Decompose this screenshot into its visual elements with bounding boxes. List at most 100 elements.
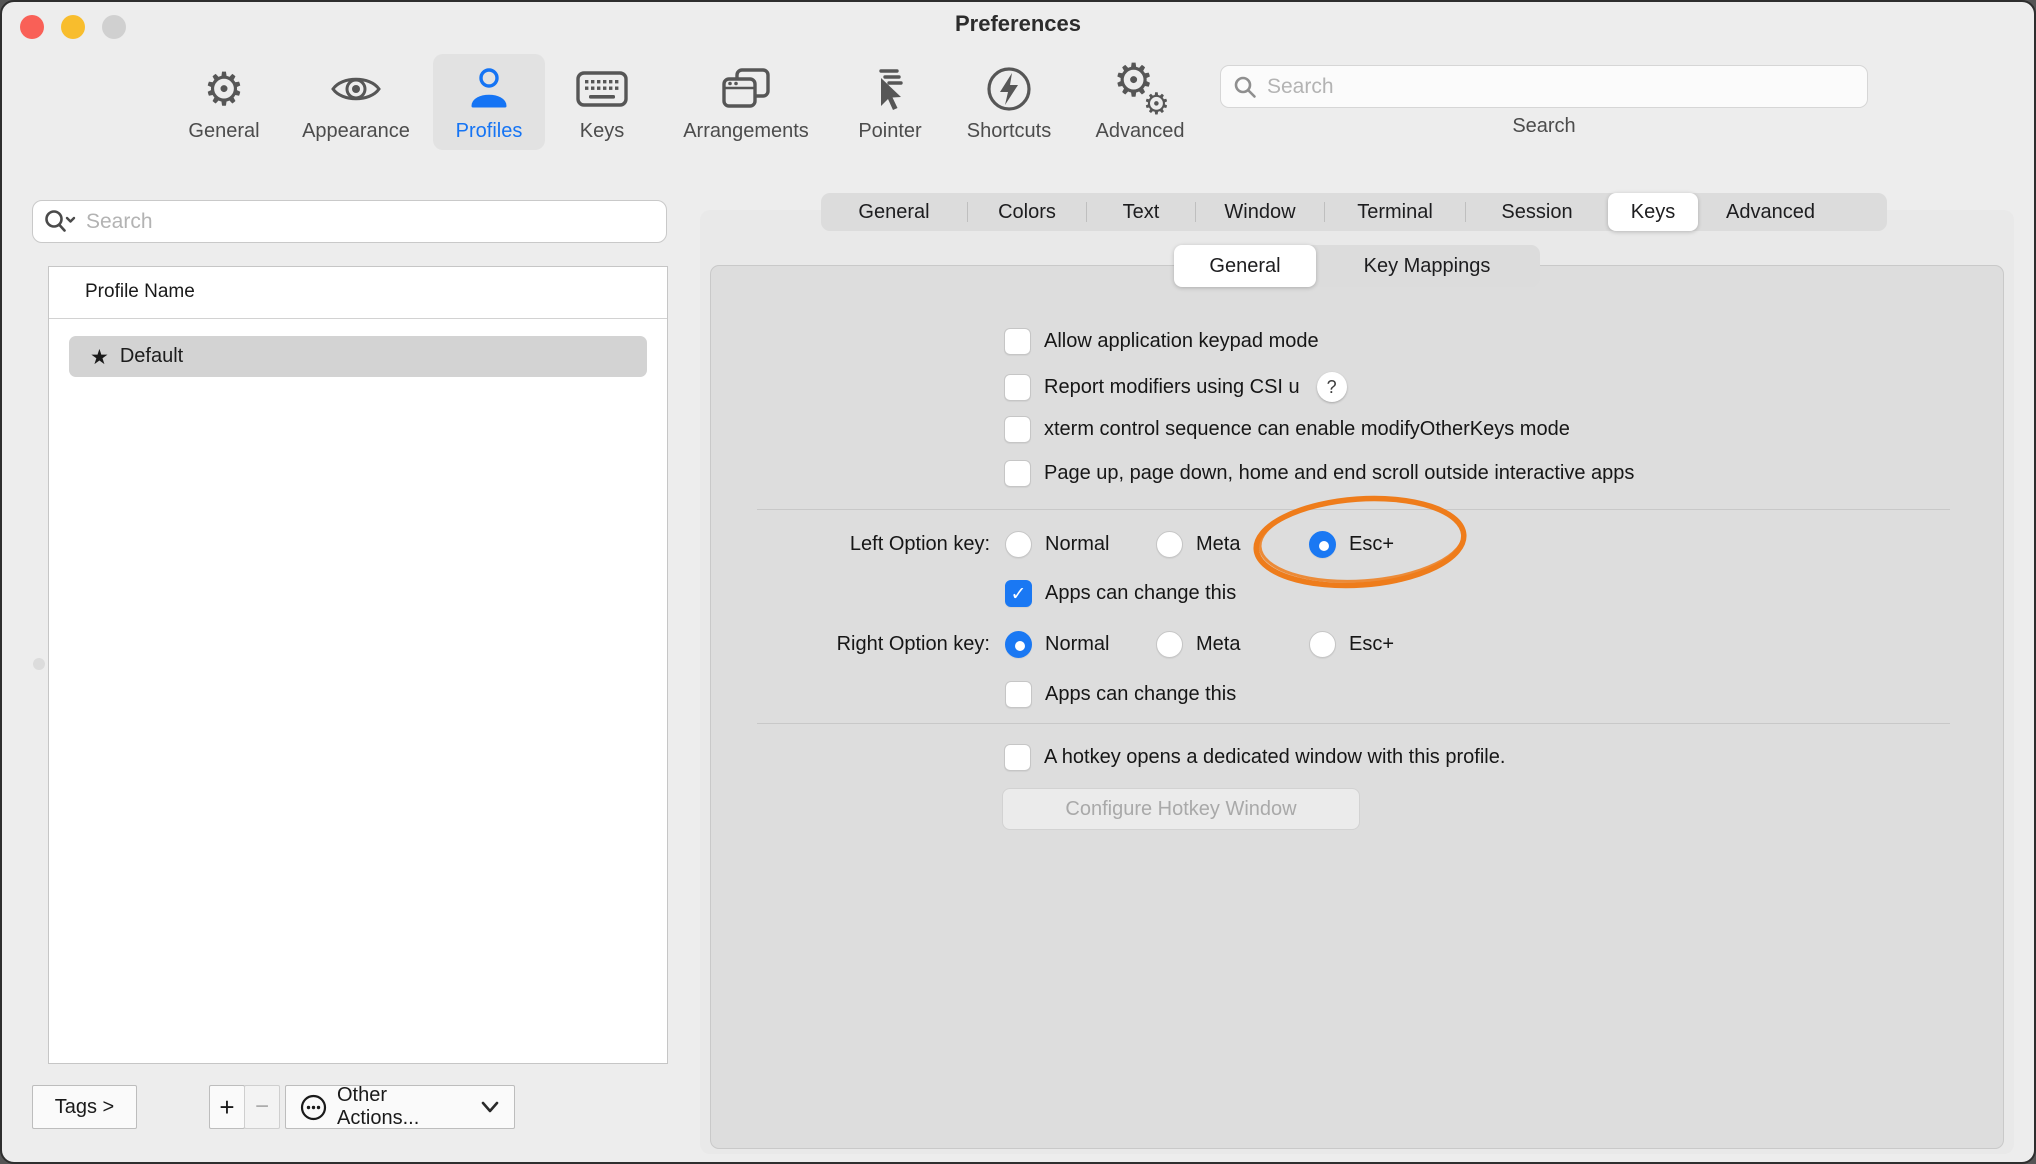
button-label: Configure Hotkey Window: [1065, 798, 1296, 821]
tab-keys[interactable]: Keys: [1608, 193, 1698, 231]
checkbox-label: A hotkey opens a dedicated window with t…: [1044, 746, 1505, 769]
toolbar-search-input[interactable]: [1267, 75, 1855, 99]
radio-right-esc-group: Esc+: [1309, 631, 1394, 658]
remove-profile-button[interactable]: −: [244, 1085, 280, 1129]
tab-general[interactable]: General: [821, 193, 967, 231]
toolbar-item-label: Pointer: [858, 118, 921, 144]
plus-icon: +: [219, 1092, 234, 1123]
help-button[interactable]: ?: [1317, 372, 1347, 402]
window-title: Preferences: [2, 11, 2034, 37]
checkbox-row: ✓ Page up, page down, home and end scrol…: [1004, 460, 1634, 487]
checkbox-page-scroll[interactable]: ✓: [1004, 460, 1031, 487]
radio-label: Esc+: [1349, 633, 1394, 656]
checkbox-row: ✓ Allow application keypad mode: [1004, 328, 1319, 355]
radio-label: Meta: [1196, 533, 1240, 556]
tab-advanced[interactable]: Advanced: [1698, 193, 1843, 231]
toolbar-item-shortcuts[interactable]: Shortcuts: [939, 54, 1079, 150]
keyboard-icon: [576, 60, 628, 118]
divider-dot: [33, 658, 45, 670]
toolbar-search-field[interactable]: [1220, 65, 1868, 108]
toolbar-item-label: Appearance: [302, 118, 410, 144]
toolbar-item-general[interactable]: ⚙ General: [154, 54, 294, 150]
toolbar-item-label: Shortcuts: [967, 118, 1051, 144]
gear-icon: ⚙: [203, 60, 244, 118]
toolbar-item-label: General: [188, 118, 259, 144]
toolbar-item-label: Advanced: [1096, 118, 1185, 144]
checkbox-row: ✓ A hotkey opens a dedicated window with…: [1004, 744, 1505, 771]
profile-list: Profile Name ★ Default: [48, 266, 668, 1064]
radio-left-meta-group: Meta: [1156, 531, 1240, 558]
windows-icon: [721, 60, 771, 118]
header-divider: [49, 318, 667, 319]
radio-label: Esc+: [1349, 533, 1394, 556]
checkbox-label: Report modifiers using CSI u: [1044, 376, 1300, 399]
bolt-icon: [986, 60, 1032, 118]
checkbox-label: Apps can change this: [1045, 683, 1236, 706]
radio-left-meta[interactable]: [1156, 531, 1183, 558]
toolbar-item-label: Keys: [580, 118, 624, 144]
search-menu-icon: [43, 209, 77, 235]
subtab-general[interactable]: General: [1174, 245, 1316, 287]
person-icon: [466, 60, 512, 118]
tags-button[interactable]: Tags >: [32, 1085, 137, 1129]
radio-right-normal-group: Normal: [1005, 631, 1109, 658]
other-actions-dropdown[interactable]: Other Actions...: [285, 1085, 515, 1129]
checkbox-left-apps-can-change[interactable]: ✓: [1005, 580, 1032, 607]
radio-left-normal-group: Normal: [1005, 531, 1109, 558]
radio-label: Meta: [1196, 633, 1240, 656]
radio-left-esc-group: Esc+: [1309, 531, 1394, 558]
gears-icon: ⚙ ⚙: [1105, 60, 1175, 118]
tab-window[interactable]: Window: [1196, 193, 1324, 231]
radio-right-meta[interactable]: [1156, 631, 1183, 658]
toolbar-search-caption: Search: [1220, 115, 1868, 138]
tab-session[interactable]: Session: [1466, 193, 1608, 231]
other-actions-label: Other Actions...: [337, 1084, 470, 1130]
radio-right-meta-group: Meta: [1156, 631, 1240, 658]
eye-icon: [330, 60, 382, 118]
profile-list-header: Profile Name: [85, 281, 195, 303]
toolbar-item-arrangements[interactable]: Arrangements: [666, 54, 826, 150]
checkbox-allow-keypad[interactable]: ✓: [1004, 328, 1031, 355]
minus-icon: −: [255, 1093, 269, 1121]
profile-search-field[interactable]: [32, 200, 667, 243]
checkbox-row: ✓ Report modifiers using CSI u ?: [1004, 372, 1347, 402]
checkbox-row: ✓ Apps can change this: [1005, 580, 1236, 607]
radio-label: Normal: [1045, 533, 1109, 556]
profile-row-default[interactable]: ★ Default: [69, 336, 647, 377]
checkbox-label: Apps can change this: [1045, 582, 1236, 605]
radio-left-esc[interactable]: [1309, 531, 1336, 558]
checkbox-label: xterm control sequence can enable modify…: [1044, 418, 1570, 441]
profile-search-input[interactable]: [86, 210, 656, 234]
cursor-icon: [867, 60, 913, 118]
chevron-down-icon: [480, 1100, 500, 1114]
radio-label: Normal: [1045, 633, 1109, 656]
checkbox-right-apps-can-change[interactable]: ✓: [1005, 681, 1032, 708]
right-option-key-label: Right Option key:: [742, 633, 990, 656]
checkbox-csi-u[interactable]: ✓: [1004, 374, 1031, 401]
tags-button-label: Tags >: [55, 1096, 114, 1119]
configure-hotkey-window-button[interactable]: Configure Hotkey Window: [1002, 788, 1360, 830]
checkbox-hotkey-window[interactable]: ✓: [1004, 744, 1031, 771]
checkbox-row: ✓ Apps can change this: [1005, 681, 1236, 708]
radio-right-esc[interactable]: [1309, 631, 1336, 658]
subtab-key-mappings[interactable]: Key Mappings: [1316, 245, 1538, 287]
checkbox-modify-other-keys[interactable]: ✓: [1004, 416, 1031, 443]
toolbar-item-label: Profiles: [456, 118, 523, 144]
star-icon: ★: [90, 345, 109, 369]
toolbar-item-keys[interactable]: Keys: [542, 54, 662, 150]
radio-left-normal[interactable]: [1005, 531, 1032, 558]
toolbar-item-profiles[interactable]: Profiles: [433, 54, 545, 150]
toolbar-item-advanced[interactable]: ⚙ ⚙ Advanced: [1070, 54, 1210, 150]
ellipsis-circle-icon: [300, 1094, 327, 1121]
left-option-key-label: Left Option key:: [742, 533, 990, 556]
keys-general-panel: [710, 265, 2004, 1149]
keys-subtab-bar: General Key Mappings: [1174, 245, 1540, 287]
tab-text[interactable]: Text: [1087, 193, 1195, 231]
radio-right-normal[interactable]: [1005, 631, 1032, 658]
tab-terminal[interactable]: Terminal: [1325, 193, 1465, 231]
tab-colors[interactable]: Colors: [968, 193, 1086, 231]
add-profile-button[interactable]: +: [209, 1085, 245, 1129]
toolbar-item-appearance[interactable]: Appearance: [286, 54, 426, 150]
preferences-window: Preferences ⚙ General Appearance Profile…: [0, 0, 2036, 1164]
toolbar-item-label: Arrangements: [683, 118, 809, 144]
